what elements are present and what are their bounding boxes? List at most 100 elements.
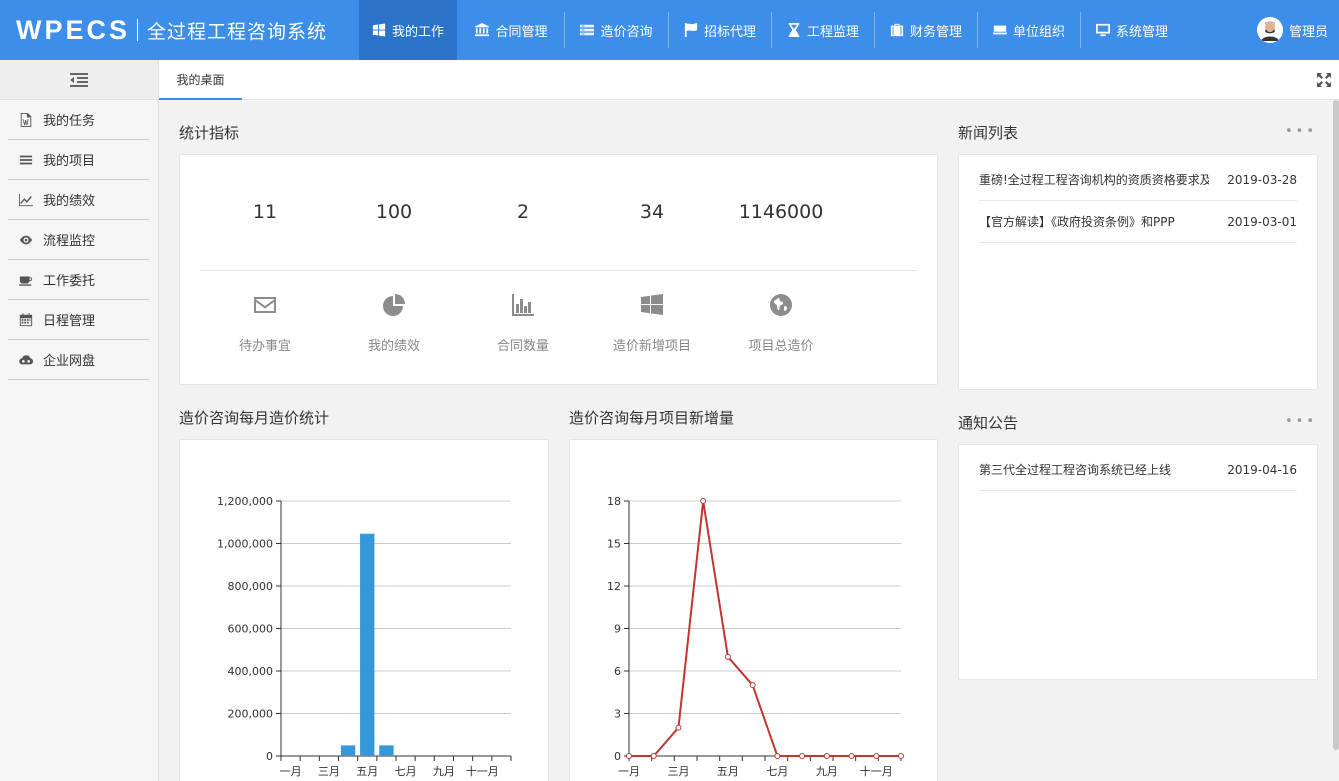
sidebar-item-label: 企业网盘 — [43, 354, 96, 369]
list-item[interactable]: 【官方解读】《政府投资条例》和PPP 2019-03-01 — [979, 201, 1297, 243]
coffee-icon — [19, 276, 33, 286]
nav-system-admin[interactable]: 系统管理 — [1081, 0, 1183, 60]
nav-my-work[interactable]: 我的工作 — [359, 0, 457, 60]
stat-new-projects[interactable] — [587, 293, 717, 317]
news-item-date: 2019-03-01 — [1227, 215, 1297, 229]
bar-chart: 0 200,000 400,000 600,000 800,000 1,000,000 1,… — [217, 495, 512, 778]
stat-label: 待办事宜 — [238, 339, 291, 354]
stat-todo[interactable] — [200, 293, 330, 317]
nav-contract[interactable]: 合同管理 — [460, 0, 563, 60]
y-tick-label: 15 — [607, 538, 621, 551]
windows-icon — [641, 294, 663, 315]
x-tick-label: 十一月 — [466, 764, 499, 778]
nav-finance[interactable]: 财务管理 — [875, 0, 977, 60]
fullscreen-icon[interactable] — [1317, 73, 1331, 87]
nav-cost-consulting[interactable]: 造价咨询 — [565, 0, 668, 60]
notice-item-date: 2019-04-16 — [1227, 463, 1297, 477]
sidebar-item-label: 日程管理 — [43, 314, 96, 329]
news-more-icon[interactable]: ••• — [1285, 124, 1317, 139]
stat-label: 我的绩效 — [367, 339, 420, 354]
notices-card: 第三代全过程工程咨询系统已经上线 2019-04-16 — [958, 444, 1318, 680]
sidebar-item-cloud-drive[interactable]: 企业网盘 — [8, 340, 149, 380]
stat-value: 100 — [375, 201, 413, 223]
windows-icon — [372, 23, 386, 37]
nav-organization[interactable]: 单位组织 — [978, 0, 1080, 60]
y-tick-label: 800,000 — [228, 580, 274, 593]
data-point — [749, 682, 756, 689]
chart-projects-card: 0 3 6 9 12 15 18 一月 三月 五月 七月 九月 十一月 — [569, 439, 938, 781]
sidebar-item-my-projects[interactable]: 我的项目 — [8, 140, 149, 180]
x-tick-label: 三月 — [667, 765, 689, 778]
calendar-icon — [19, 312, 33, 326]
nav-label: 合同管理 — [495, 24, 548, 40]
y-tick-label: 18 — [607, 495, 621, 508]
notices-title: 通知公告 — [958, 414, 1019, 432]
list-item[interactable]: 第三代全过程工程咨询系统已经上线 2019-04-16 — [979, 449, 1297, 491]
stat-value: 11 — [252, 201, 278, 223]
globe-icon — [770, 294, 792, 316]
sidebar-toggle[interactable] — [0, 60, 158, 100]
eye-icon — [19, 235, 33, 244]
notices-more-icon[interactable]: ••• — [1285, 414, 1317, 429]
logo-divider — [137, 19, 139, 41]
sidebar-item-label: 我的任务 — [43, 114, 96, 129]
sidebar-item-process-monitor[interactable]: 流程监控 — [8, 220, 149, 260]
stat-performance[interactable] — [329, 293, 459, 317]
data-point — [898, 753, 904, 759]
system-name: 全过程工程咨询系统 — [147, 20, 328, 43]
stat-total-cost[interactable] — [716, 293, 846, 317]
sidebar-item-my-tasks[interactable]: 我的任务 — [8, 100, 149, 140]
sidebar-item-my-performance[interactable]: 我的绩效 — [8, 180, 149, 220]
y-tick-label: 600,000 — [228, 623, 274, 636]
x-tick-label: 七月 — [766, 765, 788, 778]
x-tick-label: 五月 — [356, 765, 378, 778]
word-file-icon — [20, 112, 32, 127]
news-item-date: 2019-03-28 — [1227, 173, 1297, 187]
bar — [360, 533, 375, 756]
data-point — [650, 753, 657, 759]
avatar — [1256, 17, 1283, 43]
chart-cost-card: 0 200,000 400,000 600,000 800,000 1,000,000 1,… — [179, 439, 549, 781]
x-tick-label: 九月 — [816, 765, 838, 778]
top-bar: WPECS 全过程工程咨询系统 我的工作 合同管理 造价咨询 招标代理 工程监理… — [0, 0, 1339, 60]
stat-label: 合同数量 — [496, 339, 549, 354]
stat-contracts[interactable] — [458, 293, 588, 317]
sidebar-item-label: 我的项目 — [43, 154, 96, 169]
news-title: 新闻列表 — [958, 124, 1019, 142]
data-point — [848, 753, 855, 759]
y-tick-label: 12 — [607, 580, 621, 593]
sidebar-item-label: 流程监控 — [43, 234, 96, 249]
list-item[interactable]: 重磅!全过程工程咨询机构的资质资格要求及 2019-03-28 — [979, 159, 1297, 201]
user-menu[interactable]: 管理员 — [1256, 16, 1328, 44]
nav-supervision[interactable]: 工程监理 — [772, 0, 874, 60]
y-tick-label: 6 — [614, 665, 621, 678]
data-point — [774, 753, 781, 759]
chart-cost-title: 造价咨询每月造价统计 — [179, 409, 330, 427]
data-point — [626, 753, 632, 759]
scrollbar[interactable] — [1333, 100, 1339, 750]
hourglass-icon — [788, 23, 800, 37]
news-item-title: 重磅!全过程工程咨询机构的资质资格要求及 — [979, 173, 1209, 187]
x-tick-label: 一月 — [618, 765, 640, 778]
logo: WPECS 全过程工程咨询系统 — [16, 12, 327, 48]
main-content: 统计指标 11 100 2 34 1146000 待办事宜 我的绩效 合同数量 … — [159, 100, 1333, 781]
tab-bar: 我的桌面 — [159, 60, 1339, 100]
flag-icon — [684, 23, 698, 37]
tab-my-desktop[interactable]: 我的桌面 — [159, 60, 242, 100]
envelope-icon — [254, 297, 276, 313]
sidebar-item-schedule[interactable]: 日程管理 — [8, 300, 149, 340]
pie-icon — [383, 294, 405, 316]
keyboard-icon — [992, 25, 1007, 35]
y-tick-label: 0 — [614, 750, 621, 763]
bar-chart-icon — [512, 294, 534, 316]
x-tick-label: 七月 — [395, 765, 417, 778]
nav-bidding-agent[interactable]: 招标代理 — [669, 0, 771, 60]
stat-value: 34 — [639, 201, 665, 223]
nav-label: 招标代理 — [703, 24, 756, 40]
y-tick-label: 0 — [266, 750, 273, 763]
nav-label: 财务管理 — [909, 24, 962, 40]
nav-label: 工程监理 — [806, 24, 859, 40]
y-tick-label: 1,200,000 — [217, 495, 273, 508]
data-point — [675, 724, 682, 731]
sidebar-item-work-delegation[interactable]: 工作委托 — [8, 260, 149, 300]
